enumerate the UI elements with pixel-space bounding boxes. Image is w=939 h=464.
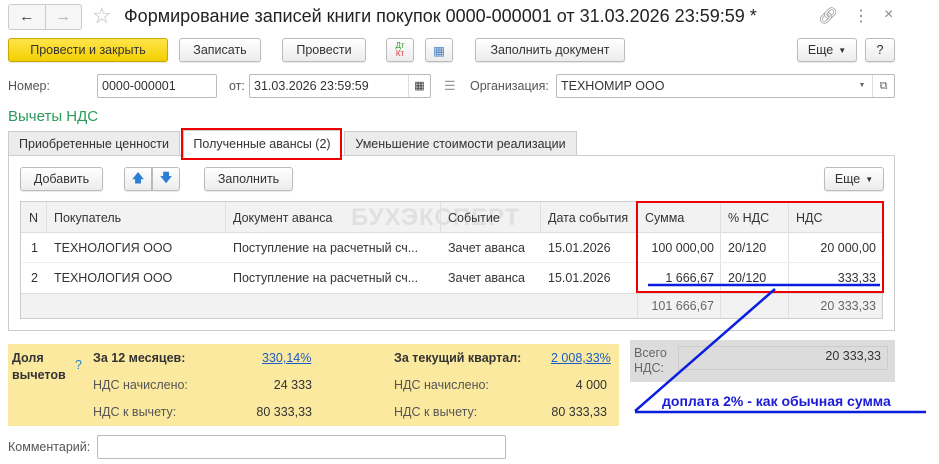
comment-field[interactable] xyxy=(97,435,506,459)
comment-label: Комментарий: xyxy=(8,440,91,454)
annotation-text: доплата 2% - как обычная сумма xyxy=(662,393,891,409)
